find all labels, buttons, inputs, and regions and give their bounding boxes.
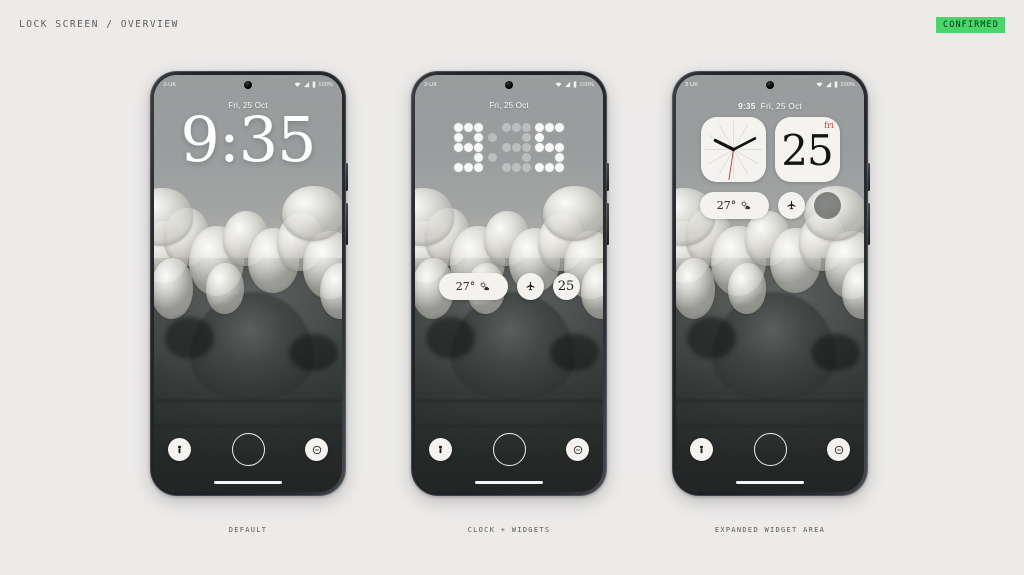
camera-punch-hole	[766, 81, 774, 89]
phone-mockup-clock-widgets: 3-UK 100% Fri, 25 Oct 27° 25 CLOCK + WID…	[411, 71, 609, 534]
flashlight-button[interactable]	[429, 438, 452, 461]
weather-widget[interactable]: 27°	[438, 273, 508, 300]
signal-icon	[565, 81, 571, 88]
home-indicator[interactable]	[736, 481, 804, 484]
unlock-ring[interactable]	[753, 433, 787, 466]
home-indicator[interactable]	[475, 481, 543, 484]
phone-frame: 3-UK 100% Fri, 25 Oct 27° 25	[411, 71, 609, 496]
lock-date: Fri, 25 Oct	[760, 101, 802, 111]
volume-button[interactable]	[606, 163, 609, 191]
analog-clock-widget[interactable]	[700, 117, 766, 182]
flashlight-icon	[700, 445, 703, 454]
phone-caption: CLOCK + WIDGETS	[467, 526, 551, 534]
widget-pill-row: 27°	[676, 192, 864, 219]
signal-icon	[304, 81, 310, 88]
airplane-icon	[526, 281, 534, 291]
dnd-icon	[312, 445, 321, 454]
sun-cloud-icon	[741, 200, 751, 210]
lock-date: Fri, 25 Oct	[489, 101, 529, 110]
dnd-icon	[573, 445, 582, 454]
dot-digit-3	[502, 123, 531, 172]
lock-bottom-controls	[154, 433, 342, 466]
airplane-mode-widget[interactable]	[777, 192, 805, 219]
volume-button[interactable]	[867, 163, 870, 191]
phone-stage: 3-UK 100% Fri, 25 Oct 9:35 DEFAULT 3-UK …	[0, 0, 1024, 575]
flashlight-button[interactable]	[168, 438, 191, 461]
airplane-mode-widget[interactable]	[516, 273, 544, 300]
weather-temp: 27°	[716, 199, 737, 212]
analog-clock-icon	[704, 120, 762, 180]
lock-bottom-controls	[676, 433, 864, 466]
phone-screen[interactable]: 3-UK 100% Fri, 25 Oct 9:35	[154, 75, 342, 492]
dnd-icon	[834, 445, 843, 454]
dot-digit-5	[535, 123, 564, 172]
carrier-label: 3-UK	[685, 81, 699, 88]
unlock-ring[interactable]	[231, 433, 265, 466]
placeholder-widget[interactable]	[813, 192, 841, 219]
battery-icon	[312, 81, 316, 88]
carrier-label: 3-UK	[424, 81, 438, 88]
flashlight-button[interactable]	[690, 438, 713, 461]
power-button[interactable]	[606, 203, 609, 245]
phone-frame: 3-UK 100% Fri, 25 Oct 9:35	[150, 71, 348, 496]
lock-bottom-controls	[415, 433, 603, 466]
calendar-day: 25	[557, 279, 575, 294]
camera-punch-hole	[505, 81, 513, 89]
battery-icon	[573, 81, 577, 88]
dnd-button[interactable]	[566, 438, 589, 461]
home-indicator[interactable]	[214, 481, 282, 484]
phone-frame: 3-UK 100% 9:35 Fri, 25 Oct fri 25 27°	[672, 71, 870, 496]
flashlight-icon	[178, 445, 181, 454]
square-widget-row: fri 25	[676, 117, 864, 182]
dot-digit-9	[454, 123, 483, 172]
lock-header-inline: 9:35 Fri, 25 Oct	[676, 101, 864, 111]
battery-percent: 100%	[579, 81, 594, 88]
dnd-button[interactable]	[305, 438, 328, 461]
phone-screen[interactable]: 3-UK 100% Fri, 25 Oct 27° 25	[415, 75, 603, 492]
power-button[interactable]	[345, 203, 348, 245]
calendar-widget[interactable]: fri 25	[774, 117, 840, 182]
weather-temp: 27°	[455, 280, 476, 293]
volume-button[interactable]	[345, 163, 348, 191]
battery-icon	[834, 81, 838, 88]
wifi-icon	[555, 82, 562, 87]
signal-icon	[826, 81, 832, 88]
carrier-label: 3-UK	[163, 81, 177, 88]
airplane-icon	[787, 200, 795, 210]
flashlight-icon	[439, 445, 442, 454]
phone-caption: DEFAULT	[228, 526, 268, 534]
lock-clock: 9:35	[180, 103, 316, 176]
phone-screen[interactable]: 3-UK 100% 9:35 Fri, 25 Oct fri 25 27°	[676, 75, 864, 492]
phone-mockup-default: 3-UK 100% Fri, 25 Oct 9:35 DEFAULT	[150, 71, 348, 534]
sun-cloud-icon	[480, 281, 490, 291]
power-button[interactable]	[867, 203, 870, 245]
camera-punch-hole	[244, 81, 252, 89]
battery-percent: 100%	[318, 81, 333, 88]
dot-matrix-clock	[415, 123, 603, 172]
unlock-ring[interactable]	[492, 433, 526, 466]
calendar-day: 25	[781, 125, 833, 175]
dot-colon	[488, 123, 497, 172]
lock-clock: 9:35	[738, 101, 756, 111]
wifi-icon	[816, 82, 823, 87]
battery-percent: 100%	[840, 81, 855, 88]
weather-widget[interactable]: 27°	[699, 192, 769, 219]
phone-mockup-expanded-widgets: 3-UK 100% 9:35 Fri, 25 Oct fri 25 27° EX…	[672, 71, 870, 534]
widget-pill-row: 27°	[415, 273, 603, 300]
dnd-button[interactable]	[827, 438, 850, 461]
wifi-icon	[294, 82, 301, 87]
calendar-widget[interactable]: 25	[552, 273, 580, 300]
phone-caption: EXPANDED WIDGET AREA	[714, 526, 826, 534]
